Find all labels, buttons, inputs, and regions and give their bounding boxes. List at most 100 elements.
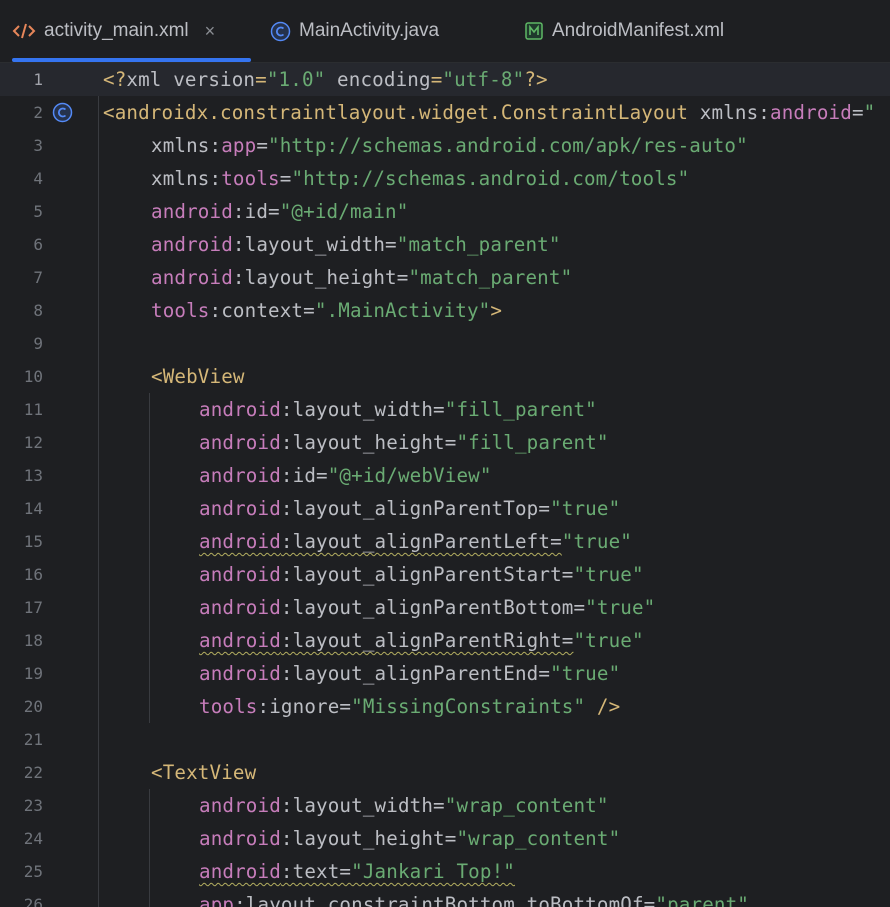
code-line[interactable]: 13 android:id="@+id/webView" <box>0 459 890 492</box>
line-gutter[interactable]: 8 <box>0 294 98 327</box>
line-number: 17 <box>23 598 43 617</box>
code-line[interactable]: 4 xmlns:tools="http://schemas.android.com… <box>0 162 890 195</box>
line-number: 15 <box>23 532 43 551</box>
tab-main-activity-java[interactable]: MainActivity.java <box>270 0 439 62</box>
code-line[interactable]: 15 android:layout_alignParentLeft="true" <box>0 525 890 558</box>
line-number: 26 <box>23 895 43 907</box>
token-str: "@+id/main" <box>279 200 409 223</box>
line-gutter[interactable]: 6 <box>0 228 98 261</box>
line-gutter[interactable]: 13 <box>0 459 98 492</box>
code-line[interactable]: 21 <box>0 723 890 756</box>
line-gutter[interactable]: 26 <box>0 888 98 907</box>
line-gutter[interactable]: 16 <box>0 558 98 591</box>
token-tag: <WebView <box>151 365 245 388</box>
code-text: <WebView <box>151 360 245 393</box>
token-plain: :layout_height= <box>280 827 457 850</box>
line-gutter[interactable]: 2 <box>0 96 98 129</box>
line-number: 4 <box>33 169 43 188</box>
code-line[interactable]: 16 android:layout_alignParentStart="true" <box>0 558 890 591</box>
close-tab-icon[interactable]: × <box>205 21 216 42</box>
tab-android-manifest-xml[interactable]: AndroidManifest.xml <box>524 0 724 62</box>
token-plain: :layout_width= <box>280 794 445 817</box>
line-number: 12 <box>23 433 43 452</box>
line-gutter[interactable]: 18 <box>0 624 98 657</box>
token-ns: android <box>199 398 281 421</box>
line-gutter[interactable]: 23 <box>0 789 98 822</box>
code-line[interactable]: 5 android:id="@+id/main" <box>0 195 890 228</box>
code-line[interactable]: 24 android:layout_height="wrap_content" <box>0 822 890 855</box>
code-line[interactable]: 19 android:layout_alignParentEnd="true" <box>0 657 890 690</box>
line-gutter[interactable]: 22 <box>0 756 98 789</box>
line-gutter[interactable]: 10 <box>0 360 98 393</box>
code-line[interactable]: 7 android:layout_height="match_parent" <box>0 261 890 294</box>
token-tag: <TextView <box>151 761 257 784</box>
code-line[interactable]: 9 <box>0 327 890 360</box>
code-line[interactable]: 10 <WebView <box>0 360 890 393</box>
token-str: "true" <box>573 563 644 586</box>
line-gutter[interactable]: 7 <box>0 261 98 294</box>
code-text: tools:ignore="MissingConstraints" /> <box>199 690 620 723</box>
token-ns: android <box>151 200 233 223</box>
line-gutter[interactable]: 3 <box>0 129 98 162</box>
line-number: 19 <box>23 664 43 683</box>
line-gutter[interactable]: 1 <box>0 63 98 96</box>
line-gutter[interactable]: 4 <box>0 162 98 195</box>
line-number: 3 <box>33 136 43 155</box>
code-line[interactable]: 14 android:layout_alignParentTop="true" <box>0 492 890 525</box>
code-editor[interactable]: 1 <?xml version="1.0" encoding="utf-8"?> 2… <box>0 63 890 907</box>
token-ns: android <box>199 497 281 520</box>
line-number: 7 <box>33 268 43 287</box>
line-gutter[interactable]: 15 <box>0 525 98 558</box>
code-line[interactable]: 12 android:layout_height="fill_parent" <box>0 426 890 459</box>
code-text: android:layout_alignParentEnd="true" <box>199 657 620 690</box>
line-gutter[interactable]: 5 <box>0 195 98 228</box>
class-c-icon[interactable] <box>52 102 73 123</box>
line-gutter[interactable]: 14 <box>0 492 98 525</box>
line-number: 13 <box>23 466 43 485</box>
code-line[interactable]: 26 app:layout_constraintBottom_toBottomOf… <box>0 888 890 907</box>
code-line[interactable]: 17 android:layout_alignParentBottom="true… <box>0 591 890 624</box>
tab-activity-main-xml[interactable]: activity_main.xml × <box>12 0 251 62</box>
line-number: 20 <box>23 697 43 716</box>
token-ns: app <box>199 893 235 907</box>
line-gutter[interactable]: 20 <box>0 690 98 723</box>
line-number: 6 <box>33 235 43 254</box>
line-number: 9 <box>33 334 43 353</box>
code-line[interactable]: 20 tools:ignore="MissingConstraints" /> <box>0 690 890 723</box>
token-ns: tools <box>221 167 280 190</box>
code-line[interactable]: 22 <TextView <box>0 756 890 789</box>
token-ns: android <box>770 101 852 124</box>
token-ns: android <box>199 596 281 619</box>
token-tag: <androidx.constraintlayout.widget.Constr… <box>103 101 689 124</box>
code-line[interactable]: 6 android:layout_width="match_parent" <box>0 228 890 261</box>
token-plain: :layout_width= <box>232 233 397 256</box>
line-gutter[interactable]: 24 <box>0 822 98 855</box>
line-gutter[interactable]: 11 <box>0 393 98 426</box>
line-gutter[interactable]: 25 <box>0 855 98 888</box>
code-line[interactable]: 25 android:text="Jankari Top!" <box>0 855 890 888</box>
token-tag: /> <box>585 695 621 718</box>
token-str: "true" <box>573 629 644 652</box>
line-gutter[interactable]: 21 <box>0 723 98 756</box>
code-line[interactable]: 8 tools:context=".MainActivity"> <box>0 294 890 327</box>
line-gutter[interactable]: 9 <box>0 327 98 360</box>
manifest-m-icon <box>524 21 544 41</box>
tab-label: activity_main.xml <box>44 20 189 41</box>
line-gutter[interactable]: 17 <box>0 591 98 624</box>
token-plain: :context= <box>209 299 315 322</box>
code-line[interactable]: 23 android:layout_width="wrap_content" <box>0 789 890 822</box>
token-plain: xmlns: <box>151 167 222 190</box>
code-text: android:id="@+id/webView" <box>199 459 492 492</box>
line-number: 24 <box>23 829 43 848</box>
code-line[interactable]: 2 <androidx.constraintlayout.widget.Const… <box>0 96 890 129</box>
line-gutter[interactable]: 12 <box>0 426 98 459</box>
token-str: "fill_parent" <box>444 398 597 421</box>
code-line[interactable]: 1 <?xml version="1.0" encoding="utf-8"?> <box>0 63 890 96</box>
line-number: 14 <box>23 499 43 518</box>
code-line[interactable]: 3 xmlns:app="http://schemas.android.com/a… <box>0 129 890 162</box>
token-plain: :layout_alignParentEnd= <box>280 662 551 685</box>
editor-tab-bar: activity_main.xml × MainActivity.java An… <box>0 0 890 63</box>
code-line[interactable]: 11 android:layout_width="fill_parent" <box>0 393 890 426</box>
code-line[interactable]: 18 android:layout_alignParentRight="true" <box>0 624 890 657</box>
line-gutter[interactable]: 19 <box>0 657 98 690</box>
